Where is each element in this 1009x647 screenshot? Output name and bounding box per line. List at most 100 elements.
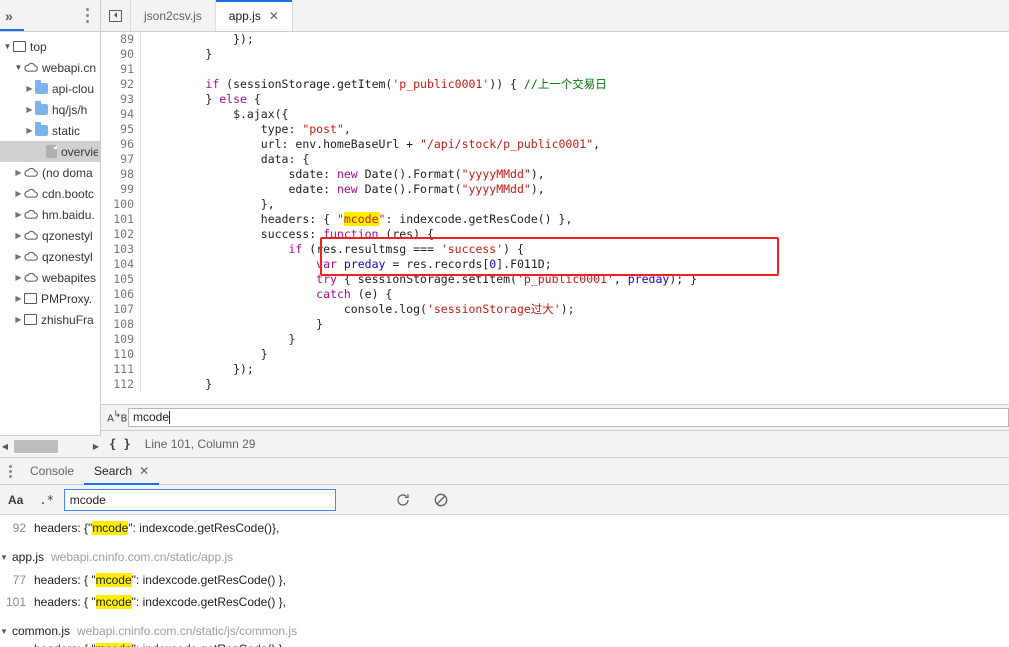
code-token: 'success' [440, 242, 504, 256]
chevron-right-icon[interactable]: ▶ [13, 315, 24, 324]
tree-item-webapi-cn[interactable]: ▼ webapi.cn [0, 57, 100, 78]
tree-item-no-doma[interactable]: ▶ (no doma [0, 162, 100, 183]
line-number: 103 [113, 242, 134, 256]
tree-item-overvie[interactable]: overvie [0, 141, 100, 162]
drawer-tab-search[interactable]: Search ✕ [84, 458, 160, 485]
code-line: $.ajax({ [150, 107, 1009, 122]
drawer-tab-label: Search [94, 464, 133, 478]
chevron-right-icon[interactable]: ▶ [13, 189, 24, 198]
tree-item-qzonestyl[interactable]: ▶ qzonestyl [0, 246, 100, 267]
tree-item-zhishufra[interactable]: ▶ zhishuFra [0, 309, 100, 330]
replace-icon[interactable]: A↳B [106, 410, 128, 424]
code-token: } [150, 317, 324, 331]
chevron-right-icon[interactable]: ▶ [24, 126, 35, 135]
tree-item-label: qzonestyl [42, 249, 93, 264]
chevron-down-icon[interactable]: ▼ [0, 627, 12, 636]
tree-item-cdn-bootc[interactable]: ▶ cdn.bootc [0, 183, 100, 204]
line-number: 91 [120, 62, 134, 76]
tree-item-hq-js-h[interactable]: ▶ hq/js/h [0, 99, 100, 120]
tree-item-qzonestyl[interactable]: ▶ qzonestyl [0, 225, 100, 246]
code-line: } [150, 317, 1009, 332]
result-snippet: headers: { "mcode": indexcode.getResCode… [34, 643, 286, 647]
code-viewer[interactable]: 89 90 91 92 93 94 95 96 97 98 99 100 101 102 103 104 105… [101, 32, 1009, 404]
navigator-pane: » ▼ top ▼ webapi.cn ▶ api-clou ▶ hq/js/h ▶ static… [0, 0, 101, 457]
toggle-navigator-button[interactable] [101, 0, 131, 31]
chevron-right-icon[interactable]: ▶ [13, 210, 24, 219]
search-result-file-header[interactable]: ▼ app.js webapi.cninfo.com.cn/static/app.j… [0, 545, 1009, 569]
page-file-tree[interactable]: ▼ top ▼ webapi.cn ▶ api-clou ▶ hq/js/h ▶ static ov… [0, 32, 100, 457]
chevron-right-icon[interactable]: ▶ [13, 273, 24, 282]
editor-tab-appjs[interactable]: app.js ✕ [215, 0, 293, 31]
code-token: var [316, 257, 337, 271]
code-token: headers: { [150, 212, 337, 226]
code-token: " [336, 212, 344, 226]
chevron-down-icon[interactable]: ▼ [13, 63, 24, 72]
code-token: else [219, 92, 247, 106]
tree-item-static[interactable]: ▶ static [0, 120, 100, 141]
tree-item-pmproxy[interactable]: ▶ PMProxy. [0, 288, 100, 309]
result-file-name: app.js [12, 550, 45, 564]
snippet-pre: headers: { " [34, 643, 96, 647]
code-token: new [336, 182, 358, 196]
format-braces-icon[interactable]: { } [109, 437, 131, 451]
chevron-down-icon[interactable]: ▼ [0, 553, 12, 562]
editor-tab-json2csv[interactable]: json2csv.js [131, 0, 216, 31]
editor-find-bar: A↳B mcode [101, 404, 1009, 430]
search-result-match[interactable]: 77 headers: { "mcode": indexcode.getResCo… [0, 569, 1009, 591]
line-number: 96 [120, 137, 134, 151]
code-token: Date().Format( [357, 167, 462, 181]
source-code[interactable]: }); } if (sessionStorage.getItem('p_publ… [141, 32, 1009, 392]
file-icon [46, 145, 57, 158]
tree-item-webapites[interactable]: ▶ webapites [0, 267, 100, 288]
refresh-icon[interactable] [394, 491, 412, 509]
match-case-button[interactable]: Aa [8, 493, 23, 507]
chevron-right-icon[interactable]: ▶ [24, 84, 35, 93]
line-number: 95 [120, 122, 134, 136]
find-input[interactable]: mcode [128, 408, 1009, 427]
chevron-right-icon[interactable]: ▶ [13, 294, 24, 303]
snippet-post: ": indexcode.getResCode()}, [128, 521, 280, 535]
line-number: 92 [120, 77, 134, 91]
search-result-match[interactable]: 101 headers: { "mcode": indexcode.getResC… [0, 591, 1009, 613]
code-token: function [323, 227, 379, 241]
search-result-match[interactable]: headers: { "mcode": indexcode.getResCode… [0, 643, 1009, 647]
tree-item-label: overvie [61, 144, 98, 159]
close-icon[interactable]: ✕ [269, 9, 279, 23]
chevron-right-icon[interactable]: ▶ [13, 168, 24, 177]
chevron-right-icon[interactable]: ▶ [13, 252, 24, 261]
code-token: new [336, 167, 358, 181]
chevron-right-icon[interactable]: ▶ [13, 231, 24, 240]
close-icon[interactable]: ✕ [139, 464, 149, 478]
kebab-menu-icon[interactable] [0, 464, 20, 478]
folder-icon [35, 122, 48, 136]
navigator-horizontal-scrollbar[interactable]: ◀ ▶ [0, 435, 101, 457]
chevron-right-icon[interactable]: ▶ [24, 105, 35, 114]
code-token: ), [530, 167, 545, 181]
search-input[interactable]: mcode [63, 488, 336, 511]
scroll-right-arrow-icon[interactable]: ▶ [91, 442, 101, 451]
regex-button[interactable]: .* [39, 493, 53, 507]
search-results-list[interactable]: 92 headers: {"mcode": indexcode.getResCod… [0, 515, 1009, 647]
tree-item-hm-baidu[interactable]: ▶ hm.baidu. [0, 204, 100, 225]
scrollbar-thumb[interactable] [14, 440, 58, 453]
code-token: "post" [302, 122, 344, 136]
search-result-file-header[interactable]: ▼ common.js webapi.cninfo.com.cn/static/js… [0, 619, 1009, 643]
clear-icon[interactable] [432, 491, 450, 509]
scroll-left-arrow-icon[interactable]: ◀ [0, 442, 10, 451]
line-number: 93 [120, 92, 134, 106]
chevron-down-icon[interactable]: ▼ [2, 42, 13, 51]
scrollbar-track[interactable] [10, 436, 91, 457]
search-result-match[interactable]: 92 headers: {"mcode": indexcode.getResCod… [0, 517, 1009, 539]
kebab-menu-icon[interactable] [86, 8, 89, 23]
tree-item-top[interactable]: ▼ top [0, 36, 100, 57]
more-tabs-button[interactable]: » [0, 9, 13, 23]
result-file-name: common.js [12, 624, 71, 638]
drawer-tab-console[interactable]: Console [20, 458, 84, 485]
tree-item-api-clou[interactable]: ▶ api-clou [0, 78, 100, 99]
cloud-icon [24, 167, 38, 178]
code-token: preday [627, 272, 670, 286]
result-line-number: 92 [12, 521, 26, 535]
